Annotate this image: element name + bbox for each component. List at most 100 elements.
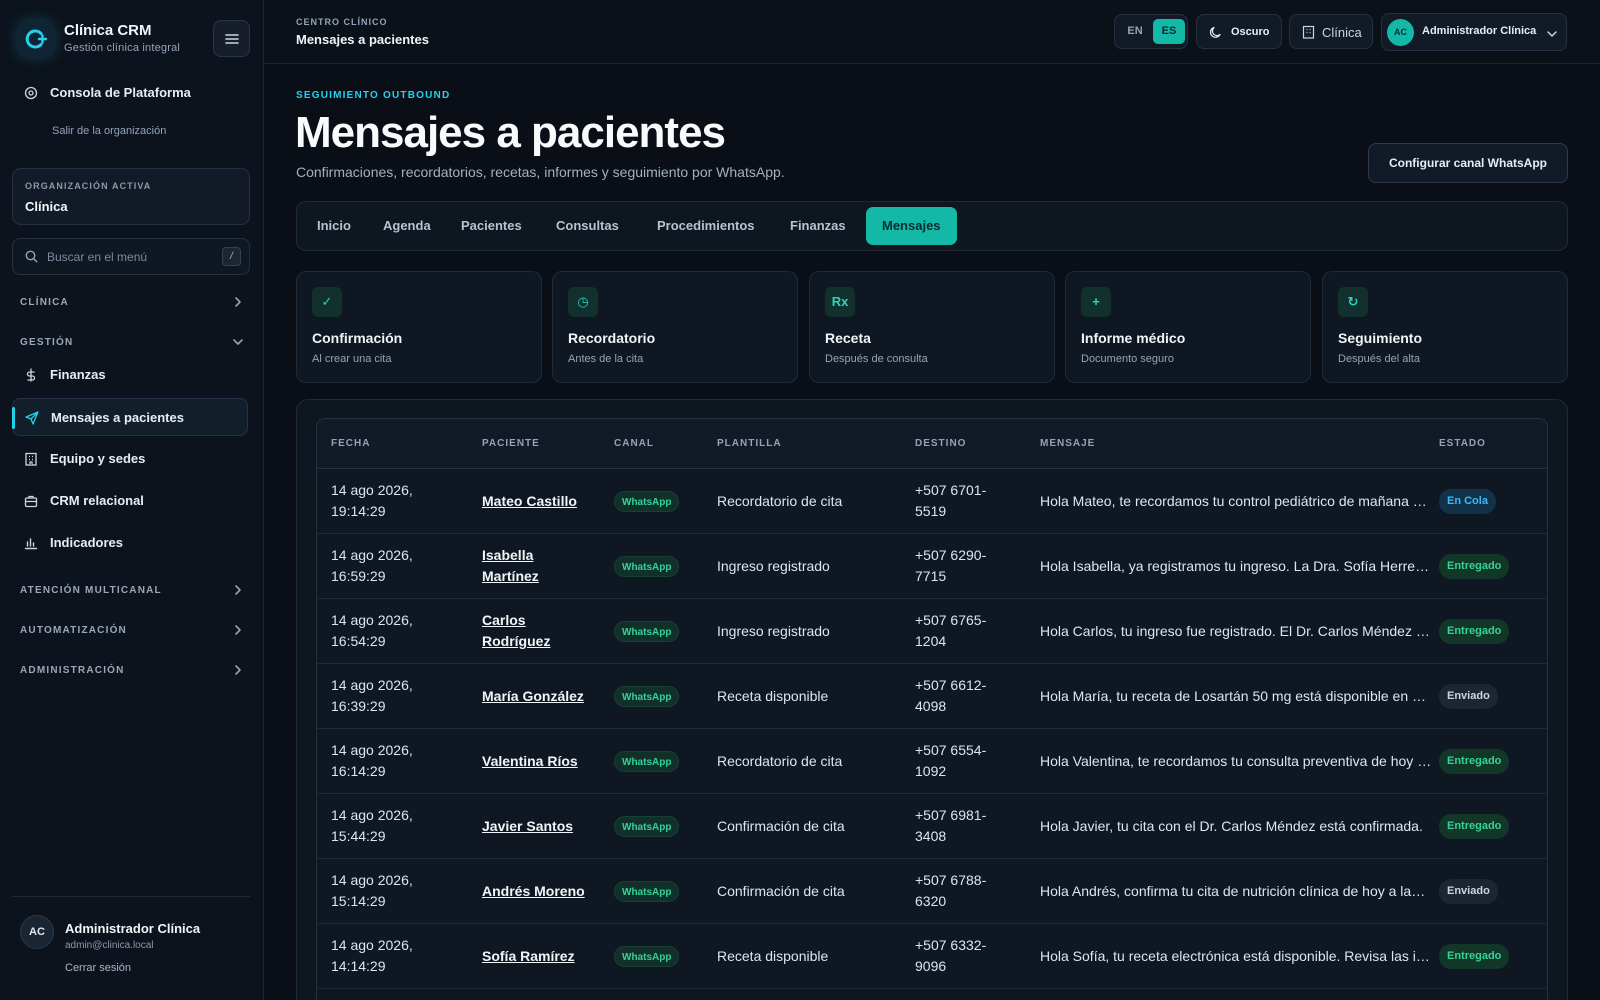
table-row[interactable]: 14 ago 2026, 16:54:29 Carlos Rodríguez Wha… (317, 599, 1547, 664)
tab-inicio[interactable]: Inicio (301, 207, 367, 245)
column-header-plantilla[interactable]: PLANTILLA (717, 438, 782, 449)
messages-panel: FECHA PACIENTE CANAL PLANTILLA DESTINO M… (296, 399, 1568, 1000)
patient-link[interactable]: Andrés Moreno (482, 881, 592, 902)
status-badge: Enviado (1439, 879, 1498, 904)
logout-link[interactable]: Cerrar sesión (65, 962, 131, 974)
tab-pacientes[interactable]: Pacientes (445, 207, 538, 245)
brand: Clínica CRM Gestión clínica integral (16, 18, 250, 60)
sidebar-item-indicadores[interactable]: Indicadores (12, 524, 248, 562)
sidebar-item-crm[interactable]: CRM relacional (12, 482, 248, 520)
column-header-paciente[interactable]: PACIENTE (482, 438, 540, 449)
cell-destination: +507 6332-9096 (915, 937, 987, 974)
card-subtitle: Documento seguro (1081, 353, 1174, 365)
column-header-estado[interactable]: ESTADO (1439, 438, 1486, 449)
section-multicanal[interactable]: ATENCIÓN MULTICANAL (20, 581, 250, 601)
card-title: Informe médico (1081, 330, 1186, 346)
plus-icon: + (1081, 287, 1111, 317)
leave-org-link[interactable]: Salir de la organización (52, 125, 166, 137)
lang-es-button[interactable]: ES (1153, 19, 1185, 44)
cell-date: 14 ago 2026, 16:14:29 (331, 742, 413, 779)
cell-template: Receta disponible (717, 688, 829, 704)
tab-consultas[interactable]: Consultas (540, 207, 635, 245)
template-card-receta[interactable]: Rx Receta Después de consulta (809, 271, 1055, 383)
patient-link[interactable]: Valentina Ríos (482, 751, 592, 772)
tab-procedimientos[interactable]: Procedimientos (641, 207, 771, 245)
menu-toggle-button[interactable] (213, 20, 250, 57)
cell-date: 14 ago 2026, 15:44:29 (331, 807, 413, 844)
cell-message: Hola Mateo, te recordamos tu control ped… (1040, 493, 1432, 509)
user-menu-button[interactable]: AC Administrador Clínica (1381, 13, 1567, 51)
logo-icon (18, 21, 54, 57)
table-row[interactable]: 14 ago 2026, 16:59:29 Isabella Martínez Wh… (317, 534, 1547, 599)
sidebar-item-finanzas[interactable]: Finanzas (12, 356, 248, 394)
user-email: admin@clinica.local (65, 940, 154, 951)
template-card-informe[interactable]: + Informe médico Documento seguro (1065, 271, 1311, 383)
cell-template: Recordatorio de cita (717, 493, 843, 509)
cell-date: 14 ago 2026, 16:39:29 (331, 677, 413, 714)
section-gestion[interactable]: GESTIÓN (20, 333, 250, 353)
active-org-box[interactable]: ORGANIZACIÓN ACTIVA Clínica (12, 168, 250, 225)
section-clinica[interactable]: CLÍNICA (20, 293, 250, 313)
table-row[interactable]: 14 ago 2026, 19:14:29 Mateo Castillo Whats… (317, 469, 1547, 534)
clinic-switcher-button[interactable]: Clínica (1289, 14, 1373, 49)
status-badge: Entregado (1439, 749, 1510, 774)
brand-subtitle: Gestión clínica integral (64, 42, 181, 54)
section-administracion[interactable]: ADMINISTRACIÓN (20, 661, 250, 681)
menu-search-input[interactable] (47, 247, 207, 267)
patient-link[interactable]: Isabella Martínez (482, 545, 592, 587)
section-administracion-label: ADMINISTRACIÓN (20, 665, 125, 676)
section-automatizacion[interactable]: AUTOMATIZACIÓN (20, 621, 250, 641)
table-row[interactable]: 14 ago 2026, 16:39:29 María González Whats… (317, 664, 1547, 729)
check-icon: ✓ (312, 287, 342, 317)
template-card-seguimiento[interactable]: ↻ Seguimiento Después del alta (1322, 271, 1568, 383)
cell-destination: +507 6981-3408 (915, 807, 987, 844)
tab-mensajes[interactable]: Mensajes (866, 207, 957, 245)
column-header-canal[interactable]: CANAL (614, 438, 654, 449)
cell-date: 14 ago 2026, 16:54:29 (331, 612, 413, 649)
configure-whatsapp-button[interactable]: Configurar canal WhatsApp (1368, 143, 1568, 183)
sidebar-item-label: CRM relacional (50, 493, 144, 508)
template-card-recordatorio[interactable]: ◷ Recordatorio Antes de la cita (552, 271, 798, 383)
sidebar-item-label: Equipo y sedes (50, 451, 146, 466)
table-row[interactable]: 14 ago 2026, 15:14:29 Andrés Moreno WhatsA… (317, 859, 1547, 924)
status-badge: Entregado (1439, 554, 1510, 579)
card-subtitle: Al crear una cita (312, 353, 392, 365)
table-row[interactable]: 14 ago 2026, 16:14:29 Valentina Ríos Whats… (317, 729, 1547, 794)
patient-link[interactable]: Javier Santos (482, 816, 592, 837)
sidebar-item-mensajes[interactable]: Mensajes a pacientes (12, 398, 248, 436)
building-icon (25, 452, 37, 466)
channel-badge: WhatsApp (614, 946, 680, 967)
sidebar-item-label: Finanzas (50, 367, 106, 382)
page-title: Mensajes a pacientes (295, 108, 726, 157)
cell-message: Hola Javier, tu cita con el Dr. Carlos M… (1040, 818, 1423, 834)
patient-link[interactable]: María González (482, 686, 592, 707)
patient-link[interactable]: Mateo Castillo (482, 491, 592, 512)
section-gestion-label: GESTIÓN (20, 337, 74, 348)
breadcrumb-current: Mensajes a pacientes (296, 32, 429, 47)
lang-en-button[interactable]: EN (1119, 19, 1151, 44)
card-title: Receta (825, 330, 871, 346)
sidebar-item-equipo[interactable]: Equipo y sedes (12, 440, 248, 478)
column-header-mensaje[interactable]: MENSAJE (1040, 438, 1095, 449)
table-header: FECHA PACIENTE CANAL PLANTILLA DESTINO M… (317, 419, 1547, 469)
avatar: AC (1387, 19, 1414, 46)
cell-template: Ingreso registrado (717, 558, 830, 574)
search-shortcut-badge: / (222, 247, 241, 266)
patient-link[interactable]: Sofía Ramírez (482, 946, 592, 967)
theme-toggle-button[interactable]: Oscuro (1196, 14, 1282, 49)
table-row[interactable]: 14 ago 2026, 14:14:29 Sofía Ramírez WhatsA… (317, 924, 1547, 989)
status-badge: Entregado (1439, 814, 1510, 839)
column-header-destino[interactable]: DESTINO (915, 438, 966, 449)
status-badge: Entregado (1439, 944, 1510, 969)
table-row[interactable]: 14 ago 2026, 15:44:29 Javier Santos WhatsA… (317, 794, 1547, 859)
sidebar-user: AC Administrador Clínica admin@clinica.l… (12, 896, 250, 992)
cell-message: Hola Andrés, confirma tu cita de nutrici… (1040, 883, 1432, 899)
template-card-confirmacion[interactable]: ✓ Confirmación Al crear una cita (296, 271, 542, 383)
tab-agenda[interactable]: Agenda (367, 207, 447, 245)
tab-finanzas[interactable]: Finanzas (774, 207, 862, 245)
patient-link[interactable]: Carlos Rodríguez (482, 610, 592, 652)
channel-badge: WhatsApp (614, 556, 680, 577)
column-header-fecha[interactable]: FECHA (331, 438, 370, 449)
cell-template: Recordatorio de cita (717, 753, 843, 769)
avatar: AC (20, 915, 54, 949)
